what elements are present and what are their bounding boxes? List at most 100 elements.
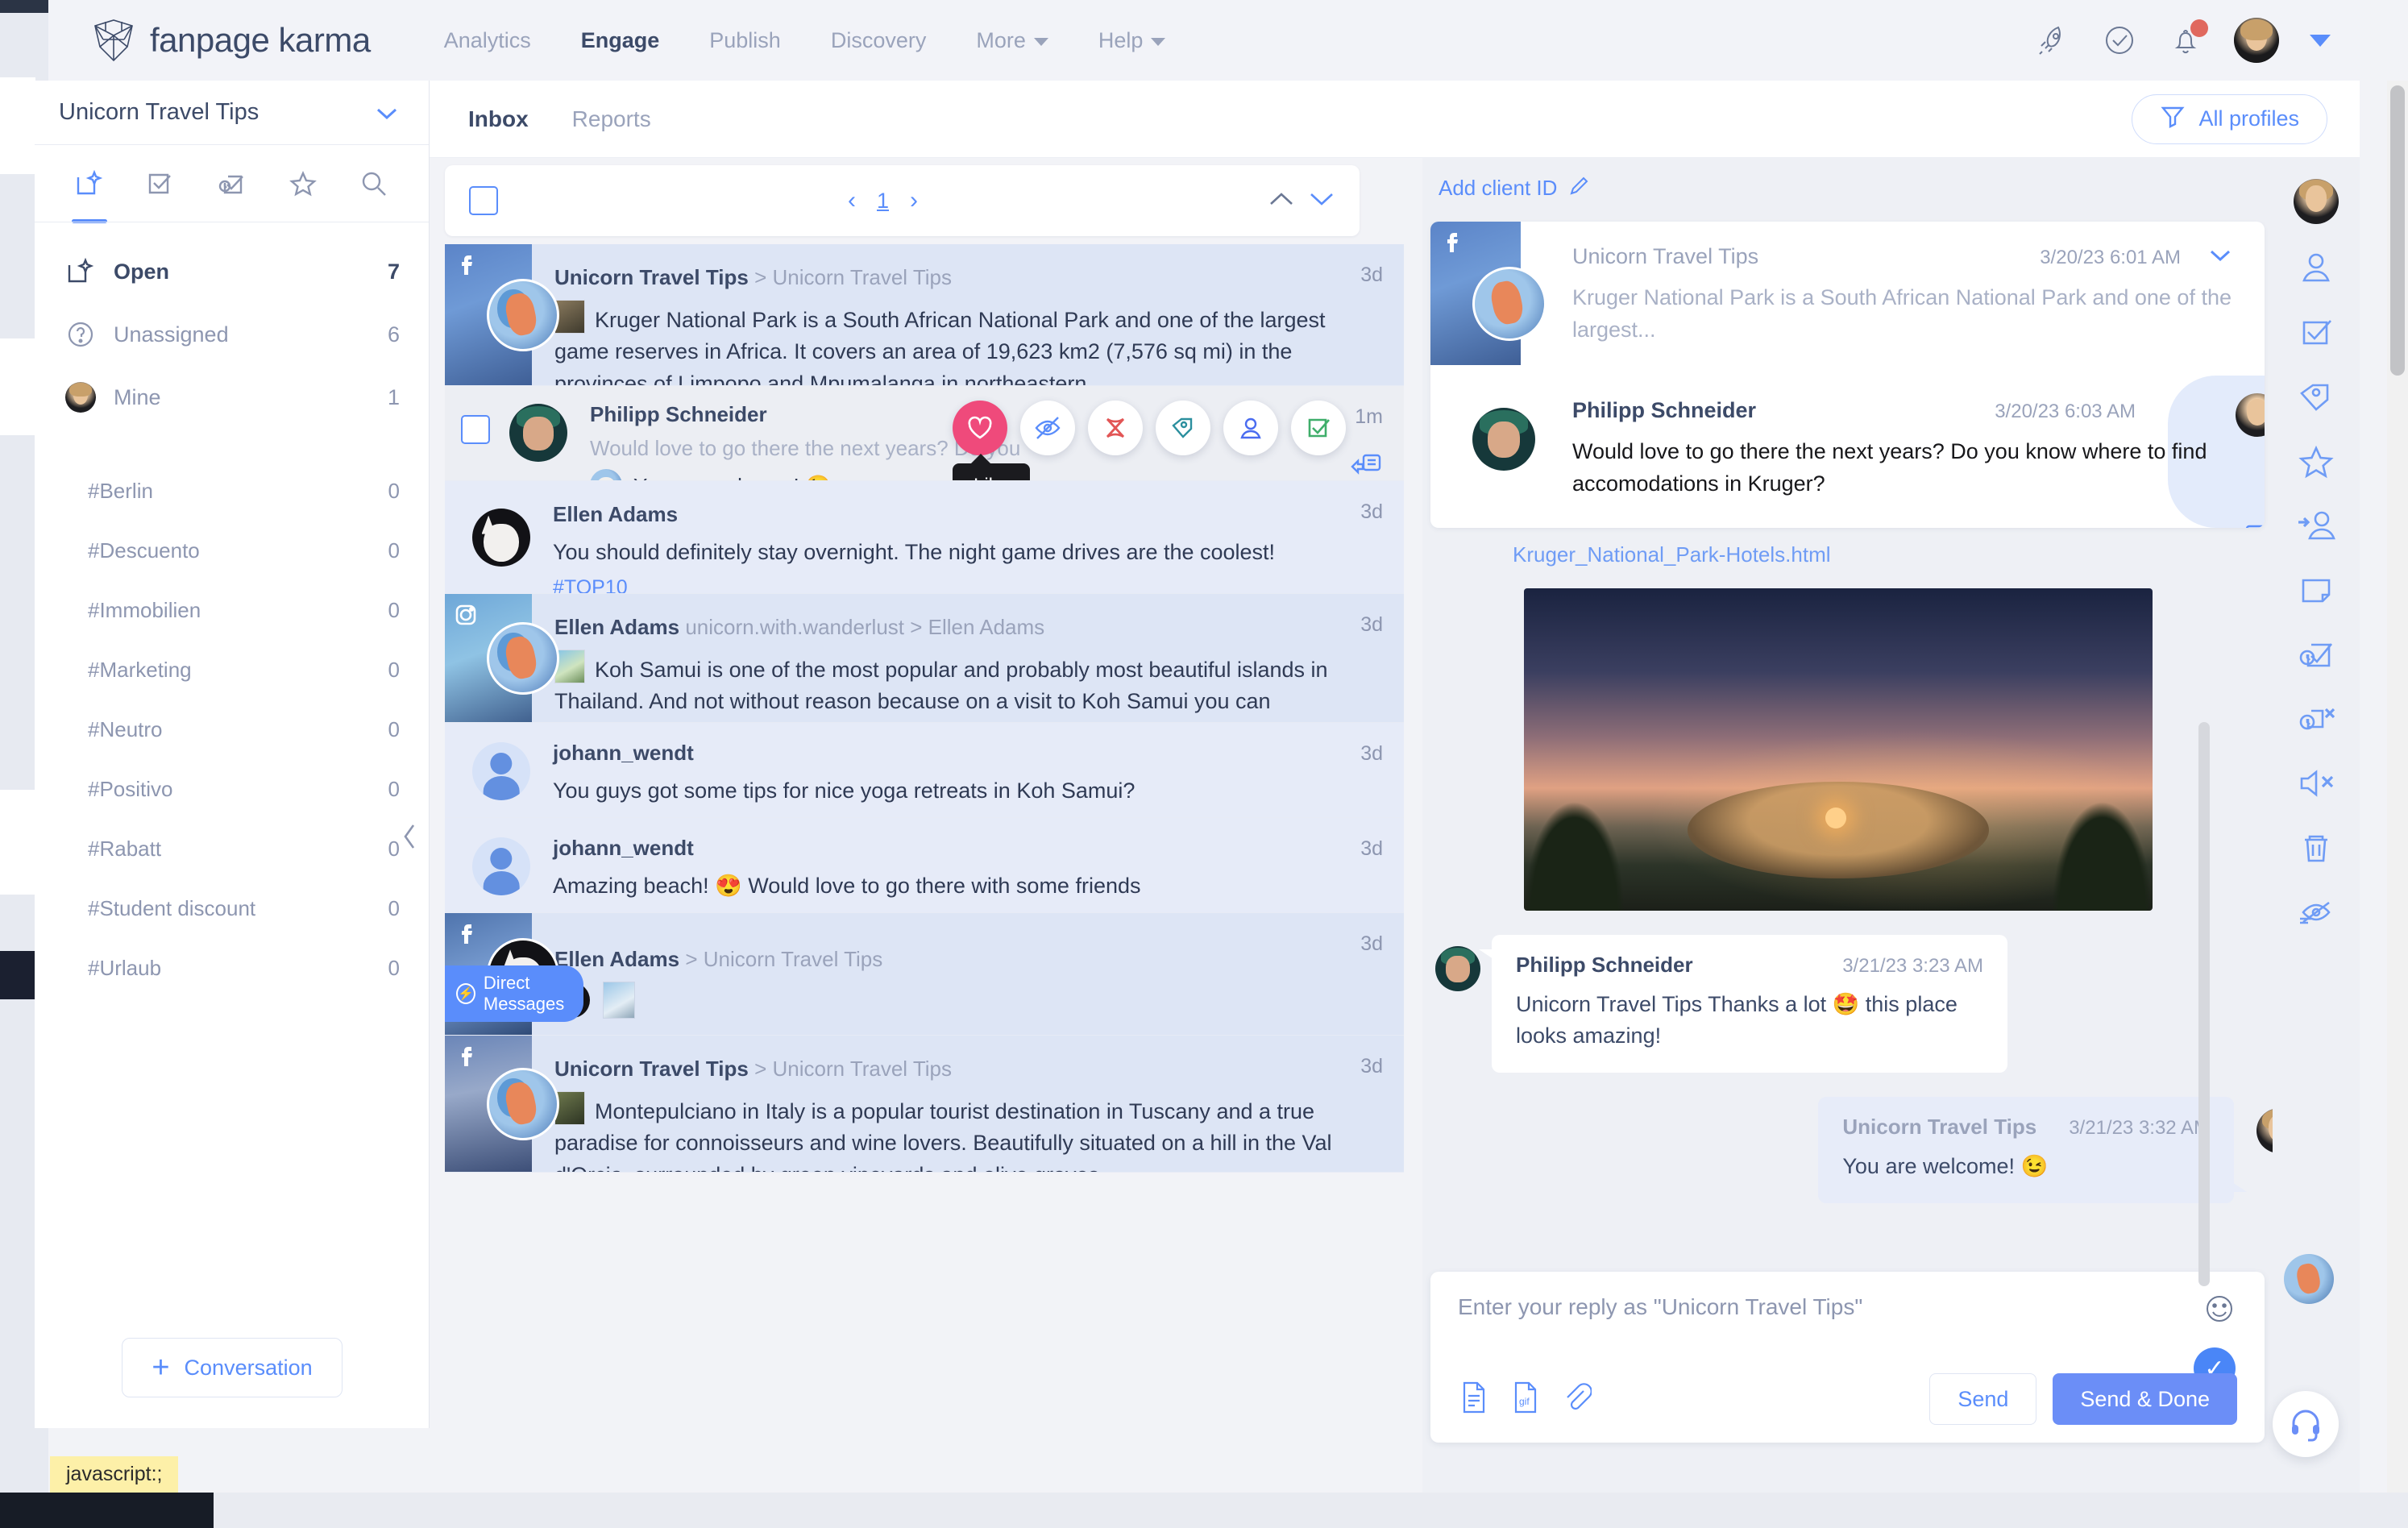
sidebar-tab-done[interactable] [125, 145, 196, 222]
assign-user-icon[interactable] [2295, 247, 2337, 289]
mute-icon[interactable] [2295, 762, 2337, 804]
delete-icon[interactable] [2295, 827, 2337, 869]
bell-icon[interactable] [2168, 23, 2203, 58]
reply-input[interactable]: Enter your reply as "Unicorn Travel Tips… [1458, 1294, 2237, 1320]
sort-desc-icon[interactable] [1308, 186, 1335, 216]
reply-icon[interactable] [2229, 518, 2265, 528]
sidebar-tag-urlaub[interactable]: #Urlaub 0 [35, 938, 429, 998]
message-time: 3d [1360, 837, 1383, 861]
nav-more[interactable]: More [951, 28, 1073, 53]
current-page[interactable]: 1 [877, 189, 889, 214]
attached-photo[interactable] [1524, 588, 2153, 911]
sidebar-tab-snoozed[interactable] [196, 145, 267, 222]
add-client-id-button[interactable]: Add client ID [1422, 158, 2313, 215]
assign-action-button[interactable] [1223, 401, 1278, 455]
tag-action-button[interactable] [1156, 401, 1210, 455]
conversation-panel: Add client ID Unicorn Travel Tips 3/20/2… [1422, 158, 2313, 1496]
assign-to-icon[interactable] [2295, 504, 2337, 546]
inbox-column: ‹ 1 › [445, 165, 1404, 1495]
template-icon[interactable] [1458, 1380, 1488, 1419]
avatar [487, 279, 559, 351]
pagination: ‹ 1 › [848, 187, 918, 214]
sidebar-tag-positivo[interactable]: #Positivo 0 [35, 759, 429, 819]
next-page-button[interactable]: › [910, 187, 918, 214]
sidebar-tag-immobilien[interactable]: #Immobilien 0 [35, 580, 429, 640]
tab-reports[interactable]: Reports [572, 106, 651, 132]
nav-analytics[interactable]: Analytics [419, 28, 556, 53]
conversation-scrollbar[interactable] [2198, 722, 2210, 1447]
reply-icon[interactable] [1347, 449, 1383, 481]
sidebar-tab-search[interactable] [338, 145, 409, 222]
mark-done-icon[interactable] [2295, 311, 2337, 353]
user-avatar[interactable] [2234, 18, 2279, 63]
sidebar-tag-neutro[interactable]: #Neutro 0 [35, 700, 429, 759]
prev-page-button[interactable]: ‹ [848, 187, 856, 214]
attachment-icon[interactable] [1561, 1380, 1592, 1419]
sidebar-collapse-handle[interactable] [398, 812, 422, 861]
list-item[interactable]: johann_wendt You guys got some tips for … [445, 723, 1404, 818]
sidebar-tab-starred[interactable] [268, 145, 338, 222]
sort-controls [1268, 186, 1335, 216]
attachment-link[interactable]: Kruger_National_Park-Hotels.html [1513, 542, 2313, 567]
sidebar-tag-rabatt[interactable]: #Rabatt 0 [35, 819, 429, 878]
message-checkbox[interactable] [461, 415, 490, 444]
snooze-done-icon[interactable] [2295, 633, 2337, 675]
sidebar-item-count: 1 [388, 385, 400, 410]
message-tag[interactable]: #TOP10 [553, 576, 1380, 594]
rocket-icon[interactable] [2036, 23, 2071, 58]
star-icon[interactable] [2295, 440, 2337, 482]
nav-publish[interactable]: Publish [684, 28, 806, 53]
sidebar-tab-open[interactable] [54, 145, 125, 222]
sidebar-item-unassigned[interactable]: Unassigned 6 [35, 303, 429, 366]
list-item[interactable]: johann_wendt Amazing beach! 😍 Would love… [445, 818, 1404, 913]
direct-messages-badge: ⚡ Direct Messages [445, 965, 583, 1022]
nav-help[interactable]: Help [1073, 28, 1191, 53]
sidebar-tag-berlin[interactable]: #Berlin 0 [35, 461, 429, 521]
tab-inbox[interactable]: Inbox [468, 106, 529, 132]
snooze-cancel-icon[interactable] [2295, 698, 2337, 740]
message-time: 3d [1360, 264, 1383, 287]
sidebar-tag-descuento[interactable]: #Descuento 0 [35, 521, 429, 580]
list-item[interactable]: Unicorn Travel Tips > Unicorn Travel Tip… [445, 244, 1404, 386]
assigned-user-avatar[interactable] [2294, 179, 2339, 224]
support-button[interactable] [2273, 1391, 2339, 1457]
sidebar-tag-student-discount[interactable]: #Student discount 0 [35, 878, 429, 938]
sort-asc-icon[interactable] [1268, 186, 1295, 216]
profile-avatar-floating[interactable] [2284, 1254, 2334, 1304]
gif-icon[interactable]: gif [1509, 1380, 1540, 1419]
all-profiles-filter-button[interactable]: All profiles [2132, 94, 2327, 144]
sidebar-item-mine[interactable]: Mine 1 [35, 366, 429, 429]
select-all-checkbox[interactable] [469, 186, 498, 215]
list-item[interactable]: Philipp Schneider Would love to go there… [445, 386, 1404, 481]
hide-action-button[interactable] [1020, 401, 1075, 455]
chevron-down-icon[interactable] [2310, 35, 2331, 47]
delete-action-button[interactable] [1088, 401, 1143, 455]
nav-discovery[interactable]: Discovery [806, 28, 952, 53]
brand-logo[interactable]: fanpage karma [92, 18, 371, 63]
list-item[interactable]: ⚡ Direct Messages Ellen Adams > Unicorn … [445, 913, 1404, 1036]
done-action-button[interactable] [1291, 401, 1346, 455]
page-scrollbar[interactable] [2387, 81, 2408, 1528]
profile-selector[interactable]: Unicorn Travel Tips [35, 81, 429, 145]
sidebar-tag-marketing[interactable]: #Marketing 0 [35, 640, 429, 700]
note-icon[interactable] [2295, 569, 2337, 611]
like-action-button[interactable] [953, 401, 1007, 455]
post-thumbnail [1430, 222, 1521, 365]
sidebar-item-label: Mine [114, 385, 388, 410]
sidebar-item-open[interactable]: Open 7 [35, 240, 429, 303]
send-button[interactable]: Send [1929, 1373, 2036, 1425]
message-time: 3d [1360, 500, 1383, 524]
list-item[interactable]: Unicorn Travel Tips > Unicorn Travel Tip… [445, 1036, 1404, 1173]
add-conversation-button[interactable]: + Conversation [122, 1338, 342, 1397]
message-header: johann_wendt [553, 836, 1380, 861]
list-item[interactable]: Ellen Adams You should definitely stay o… [445, 481, 1404, 594]
chevron-down-icon[interactable] [2208, 247, 2232, 268]
tag-icon[interactable] [2295, 376, 2337, 417]
check-circle-icon[interactable] [2102, 23, 2137, 58]
message-time: 3d [1360, 742, 1383, 766]
list-item[interactable]: Ellen Adams unicorn.with.wanderlust > El… [445, 594, 1404, 723]
hide-icon[interactable] [2295, 891, 2337, 933]
avatar [509, 404, 567, 462]
nav-engage[interactable]: Engage [556, 28, 685, 53]
conversation-post-card: Unicorn Travel Tips 3/20/23 6:01 AM Krug… [1430, 222, 2265, 528]
